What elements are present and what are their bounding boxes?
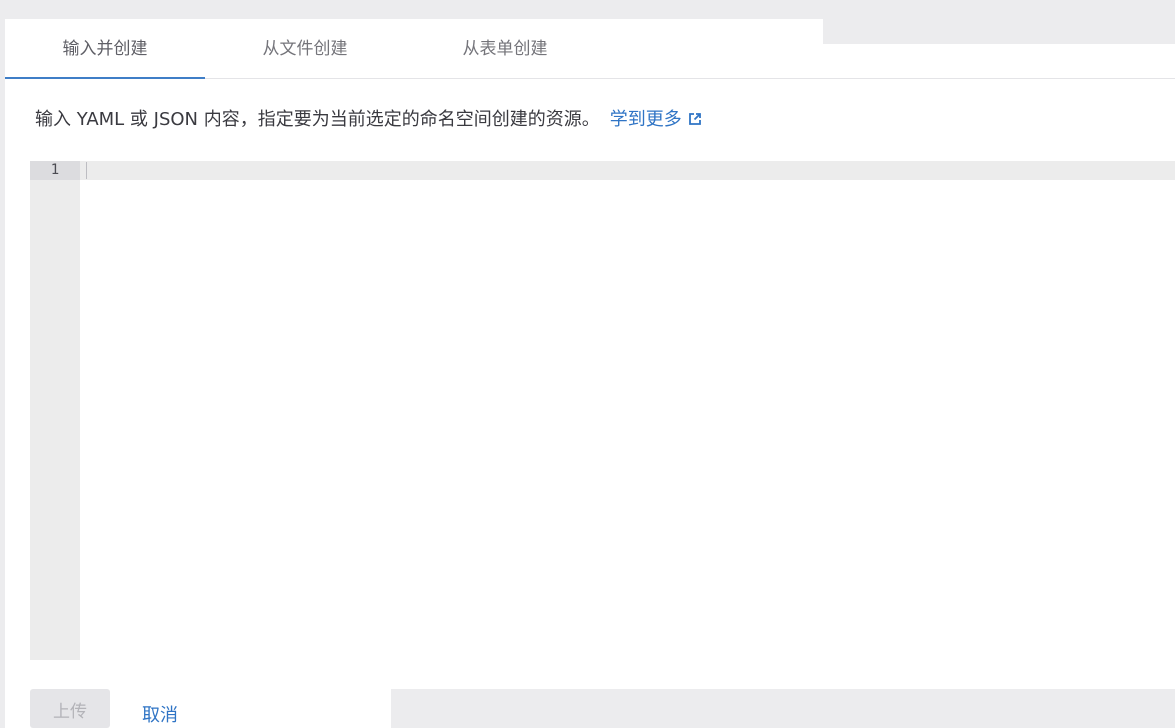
text-cursor — [86, 162, 87, 179]
create-resource-panel: 输入并创建 从文件创建 从表单创建 输入 YAML 或 JSON 内容，指定要为… — [5, 19, 1175, 728]
tab-create-from-form[interactable]: 从表单创建 — [405, 19, 605, 78]
description-line: 输入 YAML 或 JSON 内容，指定要为当前选定的命名空间创建的资源。 学到更… — [35, 105, 702, 131]
cancel-button[interactable]: 取消 — [142, 701, 178, 727]
upload-button[interactable]: 上传 — [30, 689, 110, 728]
tab-input-and-create[interactable]: 输入并创建 — [5, 19, 205, 79]
footer-actions: 上传 取消 — [5, 689, 1175, 728]
learn-more-label: 学到更多 — [609, 109, 682, 130]
active-line-highlight — [80, 161, 1175, 180]
tab-create-from-file[interactable]: 从文件创建 — [205, 19, 405, 78]
code-input-area[interactable] — [80, 161, 1175, 660]
tab-bar: 输入并创建 从文件创建 从表单创建 — [5, 19, 1175, 79]
editor-gutter: 1 — [30, 161, 80, 660]
top-right-background — [823, 19, 1175, 44]
line-number: 1 — [30, 161, 80, 180]
external-link-icon — [688, 110, 702, 131]
yaml-json-editor[interactable]: 1 — [30, 161, 1175, 660]
description-text: 输入 YAML 或 JSON 内容，指定要为当前选定的命名空间创建的资源。 — [35, 109, 600, 130]
bottom-right-background — [391, 689, 1175, 728]
learn-more-link[interactable]: 学到更多 — [610, 109, 702, 130]
